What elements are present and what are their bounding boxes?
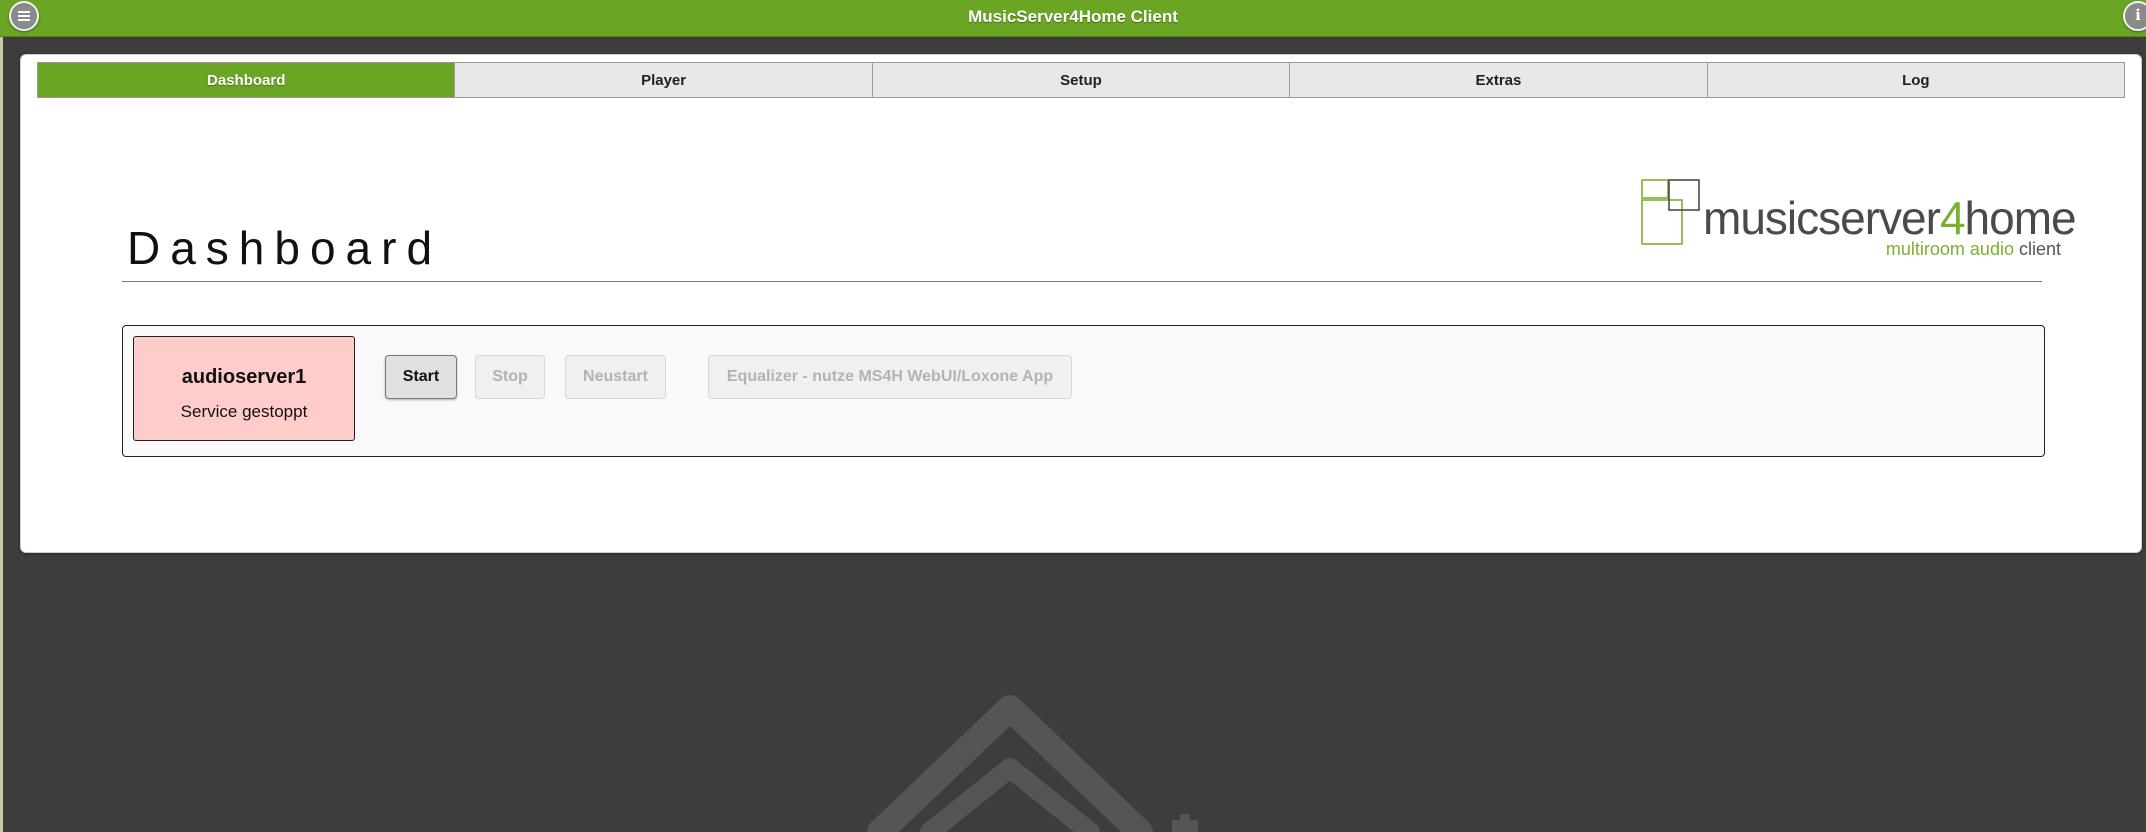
restart-button[interactable]: Neustart [565,355,666,399]
service-panel: audioserver1 Service gestoppt Start Stop… [122,325,2045,457]
stop-button[interactable]: Stop [475,355,545,399]
start-button[interactable]: Start [385,355,457,399]
tab-dashboard[interactable]: Dashboard [38,63,455,97]
logo-squares-icon [1641,179,1700,245]
server-status: Service gestoppt [180,402,308,421]
logo-tagline: multiroom audio client [1885,239,2061,259]
equalizer-button[interactable]: Equalizer - nutze MS4H WebUI/Loxone App [708,355,1072,399]
header-bar: MusicServer4Home Client i [0,0,2146,37]
tab-log[interactable]: Log [1706,63,2125,97]
tab-extras[interactable]: Extras [1289,63,1707,97]
tab-setup[interactable]: Setup [871,63,1290,97]
server-status-tile: audioserver1 Service gestoppt [133,336,355,441]
logo-wordmark: musicserver4home [1703,192,2077,244]
brand-logo: musicserver4home multiroom audio client [1641,179,2077,259]
info-icon[interactable]: i [2123,1,2146,31]
main-card: Dashboard Player Setup Extras Log Dashbo… [20,54,2142,553]
nav-tabs: Dashboard Player Setup Extras Log [37,62,2125,98]
title-divider [122,281,2042,282]
house-watermark-icon [867,695,1198,832]
app-title: MusicServer4Home Client [968,7,1178,26]
left-edge-strip [0,37,3,832]
server-name: audioserver1 [181,366,307,388]
page-title: Dashboard [127,222,443,274]
tab-player[interactable]: Player [454,63,872,97]
